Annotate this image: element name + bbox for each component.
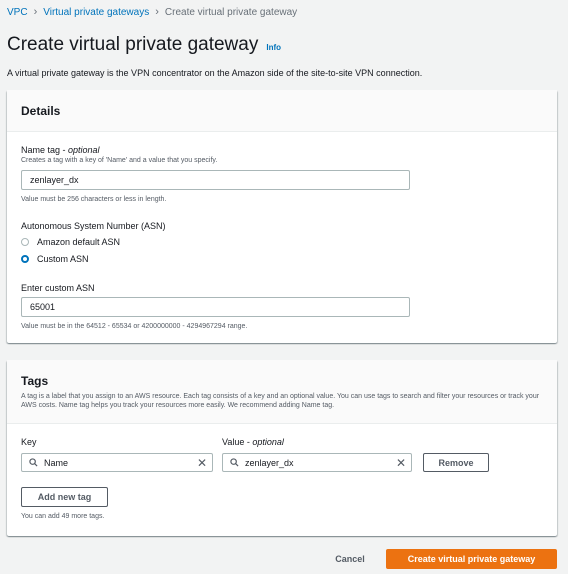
tag-key-value: Name: [44, 457, 69, 468]
radio-amazon-default-asn[interactable]: Amazon default ASN: [21, 237, 120, 247]
asn-label: Autonomous System Number (ASN): [21, 221, 166, 231]
name-tag-description: Creates a tag with a key of 'Name' and a…: [21, 157, 218, 164]
tags-heading: Tags: [21, 374, 49, 388]
name-tag-label-text: Name tag: [21, 145, 61, 155]
tag-value-input[interactable]: zenlayer_dx ✕: [222, 453, 412, 472]
breadcrumb-virtual-private-gateways[interactable]: Virtual private gateways: [43, 7, 149, 18]
custom-asn-label: Enter custom ASN: [21, 283, 95, 293]
tag-value-label: Value - optional: [222, 437, 284, 447]
tag-key-input[interactable]: Name ✕: [21, 453, 213, 472]
page-title: Create virtual private gateway Info: [7, 34, 281, 56]
tag-value-optional: optional: [252, 437, 284, 447]
tag-key-label: Key: [21, 437, 37, 447]
create-gateway-button[interactable]: Create virtual private gateway: [386, 549, 557, 569]
details-heading: Details: [21, 103, 61, 118]
info-link[interactable]: Info: [266, 43, 281, 52]
custom-asn-constraint: Value must be in the 64512 - 65534 or 42…: [21, 323, 248, 330]
tag-value-label-text: Value: [222, 437, 245, 447]
radio-custom-asn[interactable]: Custom ASN: [21, 254, 89, 264]
radio-amazon-default-asn-label: Amazon default ASN: [37, 237, 121, 247]
breadcrumb-vpc[interactable]: VPC: [7, 7, 28, 18]
name-tag-label: Name tag - optional: [21, 145, 100, 155]
tags-description: A tag is a label that you assign to an A…: [21, 393, 540, 409]
custom-asn-value: 65001: [30, 302, 56, 312]
name-tag-value: zenlayer_dx: [30, 175, 79, 185]
custom-asn-input[interactable]: 65001: [21, 297, 410, 317]
remove-tag-button[interactable]: Remove: [423, 453, 489, 472]
cancel-button[interactable]: Cancel: [320, 549, 380, 569]
tag-value-value: zenlayer_dx: [245, 457, 294, 468]
clear-icon[interactable]: ✕: [192, 456, 212, 470]
search-icon: [22, 458, 44, 467]
tags-header: Tags A tag is a label that you assign to…: [7, 360, 557, 424]
page-title-text: Create virtual private gateway: [7, 34, 259, 55]
radio-custom-asn-label: Custom ASN: [37, 254, 89, 264]
chevron-right-icon: ›: [33, 6, 38, 18]
tag-limit-note: You can add 49 more tags.: [21, 513, 105, 520]
details-header: Details: [7, 90, 557, 132]
tags-panel: Tags A tag is a label that you assign to…: [7, 360, 557, 536]
radio-unselected-icon: [21, 238, 29, 246]
name-tag-constraint: Value must be 256 characters or less in …: [21, 196, 167, 203]
details-panel: Details Name tag - optional Creates a ta…: [7, 90, 557, 343]
breadcrumb-current: Create virtual private gateway: [164, 6, 298, 18]
add-new-tag-button[interactable]: Add new tag: [21, 487, 108, 507]
radio-selected-icon: [21, 255, 29, 263]
name-tag-optional: optional: [68, 145, 100, 155]
breadcrumb: VPC › Virtual private gateways › Create …: [7, 6, 297, 18]
name-tag-input[interactable]: zenlayer_dx: [21, 170, 410, 190]
chevron-right-icon: ›: [155, 6, 159, 18]
page-description: A virtual private gateway is the VPN con…: [7, 68, 423, 78]
clear-icon[interactable]: ✕: [391, 456, 411, 470]
search-icon: [223, 458, 245, 467]
